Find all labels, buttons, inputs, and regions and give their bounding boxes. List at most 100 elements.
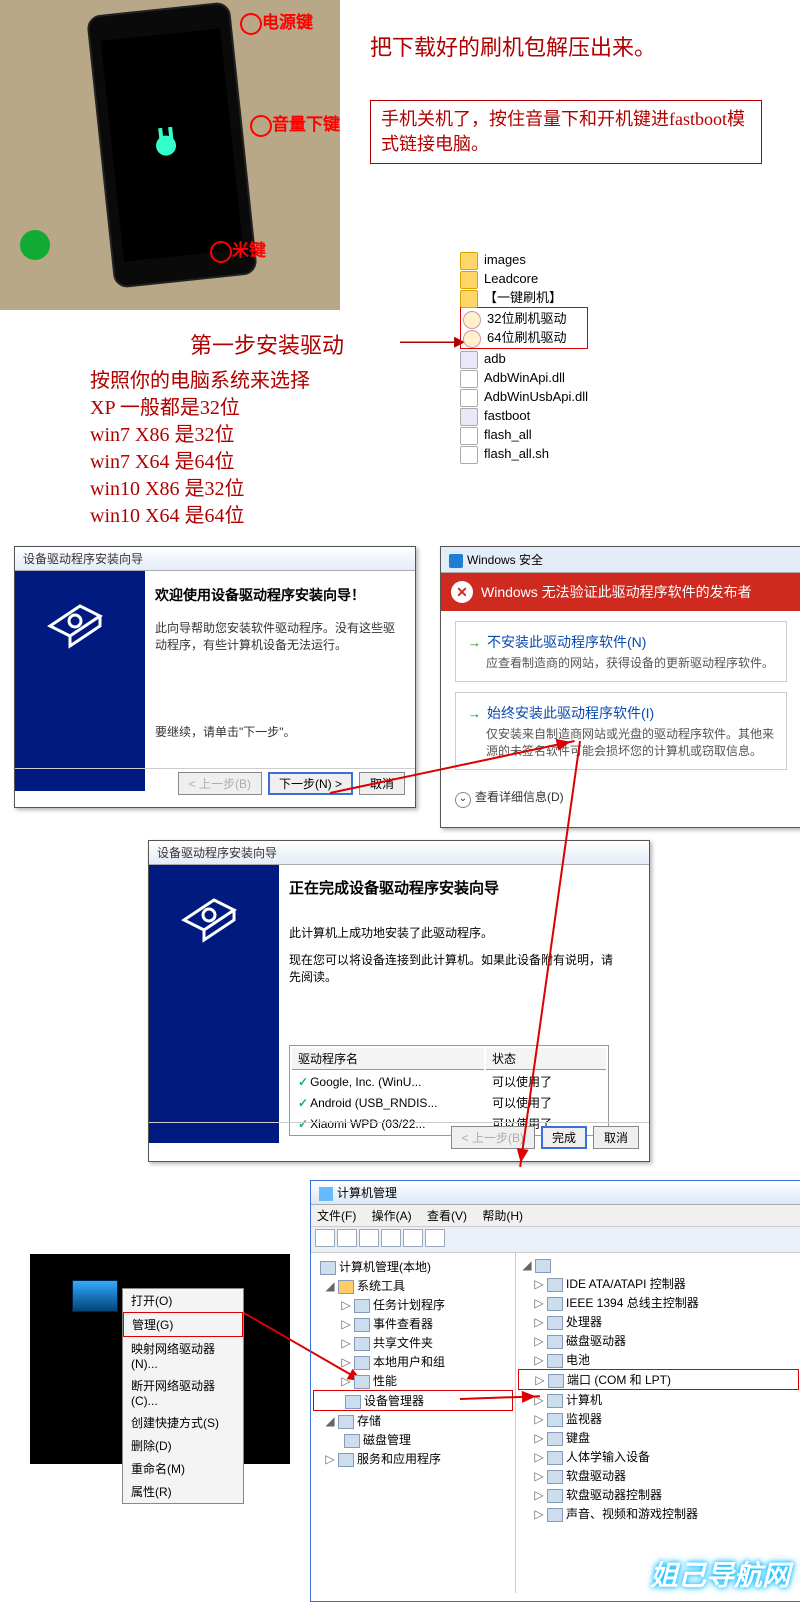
- arrow-icon: →: [468, 635, 481, 650]
- mgmt-tree-right: ◢ ▷IDE ATA/ATAPI 控制器 ▷IEEE 1394 总线主控制器 ▷…: [516, 1253, 800, 1593]
- cancel-button[interactable]: 取消: [593, 1126, 639, 1149]
- tree-services[interactable]: ▷服务和应用程序: [313, 1449, 513, 1468]
- dev-snd[interactable]: ▷声音、视频和游戏控制器: [518, 1504, 799, 1523]
- tb-up-icon[interactable]: [359, 1229, 379, 1247]
- file-adb[interactable]: adb: [460, 349, 588, 368]
- ctx-delete[interactable]: 删除(D): [123, 1434, 243, 1457]
- menu-action[interactable]: 操作(A): [372, 1209, 412, 1223]
- back-button: < 上一步(B): [178, 772, 262, 795]
- os-instructions: 按照你的电脑系统来选择 XP 一般都是32位 win7 X86 是32位 win…: [90, 368, 310, 530]
- chevron-down-icon: ⌄: [455, 792, 471, 808]
- watermark: 姐己导航网: [650, 1554, 790, 1594]
- tb-props-icon[interactable]: [381, 1229, 401, 1247]
- computer-management-window: 计算机管理 文件(F) 操作(A) 查看(V) 帮助(H) 计算机管理(本地) …: [310, 1180, 800, 1602]
- dev-1394[interactable]: ▷IEEE 1394 总线主控制器: [518, 1293, 799, 1312]
- details-toggle[interactable]: ⌄查看详细信息(D): [441, 780, 800, 816]
- security-redbar: ✕Windows 无法验证此驱动程序软件的发布者: [441, 573, 800, 611]
- dev-monitor[interactable]: ▷监视器: [518, 1409, 799, 1428]
- driver-folders-highlight: 32位刷机驱动 64位刷机驱动: [460, 307, 588, 349]
- option-dont-install[interactable]: →不安装此驱动程序软件(N) 应查看制造商的网站，获得设备的更新驱动程序软件。: [455, 621, 787, 682]
- option-install-anyway[interactable]: →始终安装此驱动程序软件(I) 仅安装来自制造商网站或光盘的驱动程序软件。其他来…: [455, 692, 787, 770]
- wizard-icon: [179, 885, 249, 945]
- dev-computer[interactable]: ▷计算机: [518, 1390, 799, 1409]
- ctx-properties[interactable]: 属性(R): [123, 1480, 243, 1503]
- step1-heading: 第一步安装驱动: [190, 328, 344, 360]
- wizard2-body2: 现在您可以将设备连接到此计算机。如果此设备附有说明，请先阅读。: [289, 951, 619, 985]
- file-list: images Leadcore 【一键刷机】 32位刷机驱动 64位刷机驱动 a…: [460, 250, 588, 463]
- instruction-fastboot: 手机关机了，按住音量下和开机键进fastboot模式链接电脑。: [370, 100, 762, 164]
- mgmt-tree-left: 计算机管理(本地) ◢系统工具 ▷任务计划程序 ▷事件查看器 ▷共享文件夹 ▷本…: [311, 1253, 516, 1593]
- shield-icon: [449, 554, 463, 568]
- dev-ports[interactable]: ▷端口 (COM 和 LPT): [518, 1369, 799, 1390]
- tree-systools[interactable]: ◢系统工具: [313, 1276, 513, 1295]
- tree-storage[interactable]: ◢存储: [313, 1411, 513, 1430]
- tree-devmgr[interactable]: 设备管理器: [313, 1390, 513, 1411]
- computer-icon[interactable]: [72, 1280, 118, 1312]
- wizard1-continue: 要继续，请单击"下一步"。: [155, 723, 405, 740]
- dev-floppyctl[interactable]: ▷软盘驱动器控制器: [518, 1485, 799, 1504]
- dev-floppy[interactable]: ▷软盘驱动器: [518, 1466, 799, 1485]
- windows-security-dialog: Windows 安全 ✕Windows 无法验证此驱动程序软件的发布者 →不安装…: [440, 546, 800, 828]
- tree-perf[interactable]: ▷性能: [313, 1371, 513, 1390]
- mgmt-icon: [319, 1187, 333, 1201]
- dev-cdrom[interactable]: ▷磁盘驱动器: [518, 1331, 799, 1350]
- driver-wizard-complete: 设备驱动程序安装向导 正在完成设备驱动程序安装向导 此计算机上成功地安装了此驱动…: [148, 840, 650, 1162]
- table-row: ✓Google, Inc. (WinU...可以使用了: [292, 1072, 606, 1091]
- wizard-icon: [45, 591, 115, 651]
- file-adbwinusb[interactable]: AdbWinUsbApi.dll: [460, 387, 588, 406]
- wizard2-heading: 正在完成设备驱动程序安装向导: [289, 877, 639, 898]
- table-row: ✓Android (USB_RNDIS...可以使用了: [292, 1093, 606, 1112]
- file-flashall-sh[interactable]: flash_all.sh: [460, 444, 588, 463]
- tree-share[interactable]: ▷共享文件夹: [313, 1333, 513, 1352]
- dev-cpu[interactable]: ▷处理器: [518, 1312, 799, 1331]
- tree-disk[interactable]: 磁盘管理: [313, 1430, 513, 1449]
- file-adbwinapi[interactable]: AdbWinApi.dll: [460, 368, 588, 387]
- tb-help-icon[interactable]: [403, 1229, 423, 1247]
- menu-view[interactable]: 查看(V): [427, 1209, 467, 1223]
- dev-kbd[interactable]: ▷键盘: [518, 1428, 799, 1447]
- ctx-manage[interactable]: 管理(G): [123, 1312, 243, 1337]
- dev-root[interactable]: ◢: [518, 1257, 799, 1274]
- context-menu: 打开(O) 管理(G) 映射网络驱动器(N)... 断开网络驱动器(C)... …: [122, 1288, 244, 1504]
- voldown-key-label: 音量下键: [250, 110, 340, 137]
- menu-file[interactable]: 文件(F): [317, 1209, 356, 1223]
- tree-event[interactable]: ▷事件查看器: [313, 1314, 513, 1333]
- wizard1-heading: 欢迎使用设备驱动程序安装向导！: [155, 585, 405, 605]
- mi-key-label: 米键: [210, 236, 266, 263]
- folder-32bit-driver[interactable]: 32位刷机驱动: [463, 309, 585, 328]
- file-flashall[interactable]: flash_all: [460, 425, 588, 444]
- mgmt-toolbar: [311, 1227, 800, 1253]
- tree-root[interactable]: 计算机管理(本地): [313, 1257, 513, 1276]
- tb-fwd-icon[interactable]: [337, 1229, 357, 1247]
- ctx-shortcut[interactable]: 创建快捷方式(S): [123, 1411, 243, 1434]
- wizard1-body: 此向导帮助您安装软件驱动程序。没有这些驱动程序，有些计算机设备无法运行。: [155, 619, 405, 653]
- ctx-open[interactable]: 打开(O): [123, 1289, 243, 1312]
- file-fastboot[interactable]: fastboot: [460, 406, 588, 425]
- mgmt-menubar: 文件(F) 操作(A) 查看(V) 帮助(H): [311, 1205, 800, 1227]
- driver-wizard-welcome: 设备驱动程序安装向导 欢迎使用设备驱动程序安装向导！ 此向导帮助您安装软件驱动程…: [14, 546, 416, 808]
- ctx-map-drive[interactable]: 映射网络驱动器(N)...: [123, 1337, 243, 1374]
- folder-onekey[interactable]: 【一键刷机】: [460, 288, 588, 307]
- arrow-to-drivers: ———▸: [400, 328, 461, 354]
- finish-button[interactable]: 完成: [541, 1126, 587, 1149]
- tree-users[interactable]: ▷本地用户和组: [313, 1352, 513, 1371]
- dev-batt[interactable]: ▷电池: [518, 1350, 799, 1369]
- tb-back-icon[interactable]: [315, 1229, 335, 1247]
- dev-hid[interactable]: ▷人体学输入设备: [518, 1447, 799, 1466]
- ctx-disconnect[interactable]: 断开网络驱动器(C)...: [123, 1374, 243, 1411]
- ctx-rename[interactable]: 重命名(M): [123, 1457, 243, 1480]
- security-title: Windows 安全: [441, 547, 800, 573]
- tb-refresh-icon[interactable]: [425, 1229, 445, 1247]
- folder-64bit-driver[interactable]: 64位刷机驱动: [463, 328, 585, 347]
- wizard2-title: 设备驱动程序安装向导: [149, 841, 649, 865]
- folder-images[interactable]: images: [460, 250, 588, 269]
- dev-ide[interactable]: ▷IDE ATA/ATAPI 控制器: [518, 1274, 799, 1293]
- folder-leadcore[interactable]: Leadcore: [460, 269, 588, 288]
- arrow-icon: →: [468, 706, 481, 721]
- tree-task[interactable]: ▷任务计划程序: [313, 1295, 513, 1314]
- instruction-extract: 把下载好的刷机包解压出来。: [370, 30, 656, 62]
- power-key-label: 电源键: [240, 8, 313, 35]
- wizard1-title: 设备驱动程序安装向导: [15, 547, 415, 571]
- menu-help[interactable]: 帮助(H): [482, 1209, 523, 1223]
- x-shield-icon: ✕: [451, 581, 473, 603]
